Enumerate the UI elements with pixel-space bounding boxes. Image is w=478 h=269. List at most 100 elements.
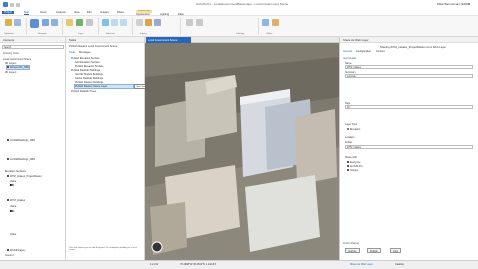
tab-general[interactable]: General [343,50,352,53]
tab-view[interactable]: View [74,11,80,14]
ribbon: Clipboard Navigate Layer Selection Inqui… [0,16,478,37]
tasks-tab[interactable]: Tasks [69,51,75,54]
location-label: Location [345,136,355,139]
folder-label: Folder [345,141,353,144]
group-navigate: Navigate [38,33,47,35]
tree-item-selected[interactable]: ZiReport4b_CBD [5,65,31,70]
task-footer: This task allows you to add 3d point LOD… [69,247,137,251]
summary-field[interactable]: summary [345,74,473,78]
status-bar: 1:2,211 79.1698°W 38.4541°N 1,142.8 ft S… [0,260,478,269]
tree-item-2d-layers[interactable]: 2D Layers [5,71,16,74]
tree-item-scene[interactable]: Local Government Scene [3,58,31,61]
legend-label: Value [10,180,17,183]
select-by-attributes-icon[interactable] [111,19,118,26]
tree-item-buildings-1[interactable]: LGS3DBuildings_CBD [7,139,35,142]
select-icon[interactable] [102,19,109,26]
save-icon[interactable] [10,2,14,7]
tab-edit[interactable]: Edit [87,11,91,14]
locate-icon[interactable] [145,19,152,26]
task-step-3[interactable]: Publish Elevation Surface [75,65,104,68]
task-name: Publish Rasters Local Government Scene [69,45,118,48]
tab-imagery[interactable]: Imagery [100,11,109,14]
group-clipboard: Clipboard [4,33,14,35]
coordinates-display: 79.1698°W 38.4541°N 1,142.8 ft [180,263,217,266]
share-groups[interactable]: Groups [347,169,358,172]
share-pane-title: Share As Web Layer [343,38,369,42]
layer-type-value[interactable]: Elevation [347,128,360,131]
app-logo-icon [3,2,8,7]
cut-icon[interactable] [14,19,21,26]
title-bar: ArcGIS Pro - LocalGovernmentBasemaps - L… [0,0,478,10]
undo-icon[interactable] [16,2,20,7]
legend-label-3: Value [10,233,17,236]
sync-icon[interactable] [262,19,269,26]
finish-sharing-label: Finish Sharing [343,242,359,245]
tab-share[interactable]: Share [117,11,124,14]
tab-map[interactable]: Map [24,11,30,15]
add-preset-icon[interactable] [86,19,93,26]
task-step-6[interactable]: Cache Realistic Buildings [75,77,103,80]
name-field[interactable]: ZiTM_Intakes [345,65,473,69]
close-icon[interactable]: ✕ [468,2,471,6]
user-name[interactable]: Mark Barrowman (ESRI) [437,2,470,6]
share-everyone[interactable]: Everyone [347,161,361,164]
tab-analysis[interactable]: Analysis [56,11,66,14]
tab-project[interactable]: Project [2,11,15,14]
task-step-2[interactable]: Add Elevation Surface [75,61,100,64]
publish-button[interactable]: Publish [367,248,381,253]
pause-labels-icon[interactable] [186,19,193,26]
share-subtitle: Sharing ZiTM_intakes_ProjectRaster As A … [380,45,447,49]
catalog-tab[interactable]: Catalog [395,263,404,266]
tab-configuration[interactable]: Configuration [356,50,371,53]
select-by-location-icon[interactable] [120,19,127,26]
tree-item-intakes[interactable]: ZiTM_Intakes [7,199,25,202]
tasks-pane: Tasks Publish Rasters Local Government S… [66,37,148,260]
tree-item-elevation[interactable]: Elevation Surfaces [5,170,26,173]
tree-item-3d-layers[interactable]: 3D Layers [5,62,16,65]
tab-scene[interactable]: Local Government Scene [146,37,191,43]
contents-pane: Contents Search Drawing Order Local Gove… [0,37,66,260]
tags-field[interactable]: 3d [345,105,473,109]
jobs-button[interactable]: Jobs [390,248,402,253]
bookmarks-icon[interactable] [42,19,49,26]
view-unplaced-icon[interactable] [196,19,203,26]
legend-ramp-2 [10,210,16,213]
task-step-4[interactable]: Publish Realistic Buildings [71,69,100,72]
tree-item-ground[interactable]: Ground [5,254,13,257]
explore-icon[interactable] [30,19,39,28]
measure-icon[interactable] [136,19,143,26]
infographics-icon[interactable] [154,19,161,26]
messages-tab[interactable]: Messages [79,51,90,54]
tab-insert[interactable]: Insert [40,11,47,14]
group-inquiry: Inquiry [140,33,147,35]
tree-item-raster[interactable]: ZiTM_Intakes_ProjectRaster [7,175,42,178]
group-labeling: Labeling [236,33,245,35]
contents-title: Contents [3,38,15,42]
folder-field[interactable]: ZiTM_Intakes [345,145,473,149]
add-data-icon[interactable] [76,19,83,26]
basemap-icon[interactable] [66,19,73,26]
tree-item-imagery[interactable]: WorldImagery [7,249,26,252]
tab-content[interactable]: Content [376,50,385,53]
share-arcgis-pro[interactable]: ArcGIS Pro [347,165,363,168]
share-pane: Share As Web Layer Sharing ZiTM_intakes_… [339,37,478,260]
paste-icon[interactable] [5,19,12,26]
task-step-9[interactable]: Publish Realistic Trees [71,90,96,93]
analyze-button[interactable]: Analyze [345,248,360,253]
share-with-label: Share with [345,156,357,159]
drawing-order-label: Drawing Order [3,52,20,55]
task-step-5[interactable]: Add 3D Models Buildings [75,73,103,76]
share-as-web-layer-tab[interactable]: Share As Web Layer [350,263,373,266]
remove-offline-icon[interactable] [272,19,279,26]
go-to-xy-icon[interactable] [51,19,58,26]
contents-search[interactable]: Search [2,45,64,49]
group-layer: Layer [78,33,84,35]
scene-view[interactable] [145,37,339,260]
scale-display[interactable]: 1:2,211 [150,263,158,266]
task-step-8[interactable]: Publish Rasters Scene Layer [74,84,134,89]
legend-ramp-1 [10,184,16,187]
tree-item-buildings-2[interactable]: LGS3DBuildings_CBD [7,158,35,161]
layer-type-label: Layer Type [345,123,358,126]
group-offline: Offline [266,33,273,35]
task-step-1[interactable]: Publish Elevation Surface [71,57,100,60]
